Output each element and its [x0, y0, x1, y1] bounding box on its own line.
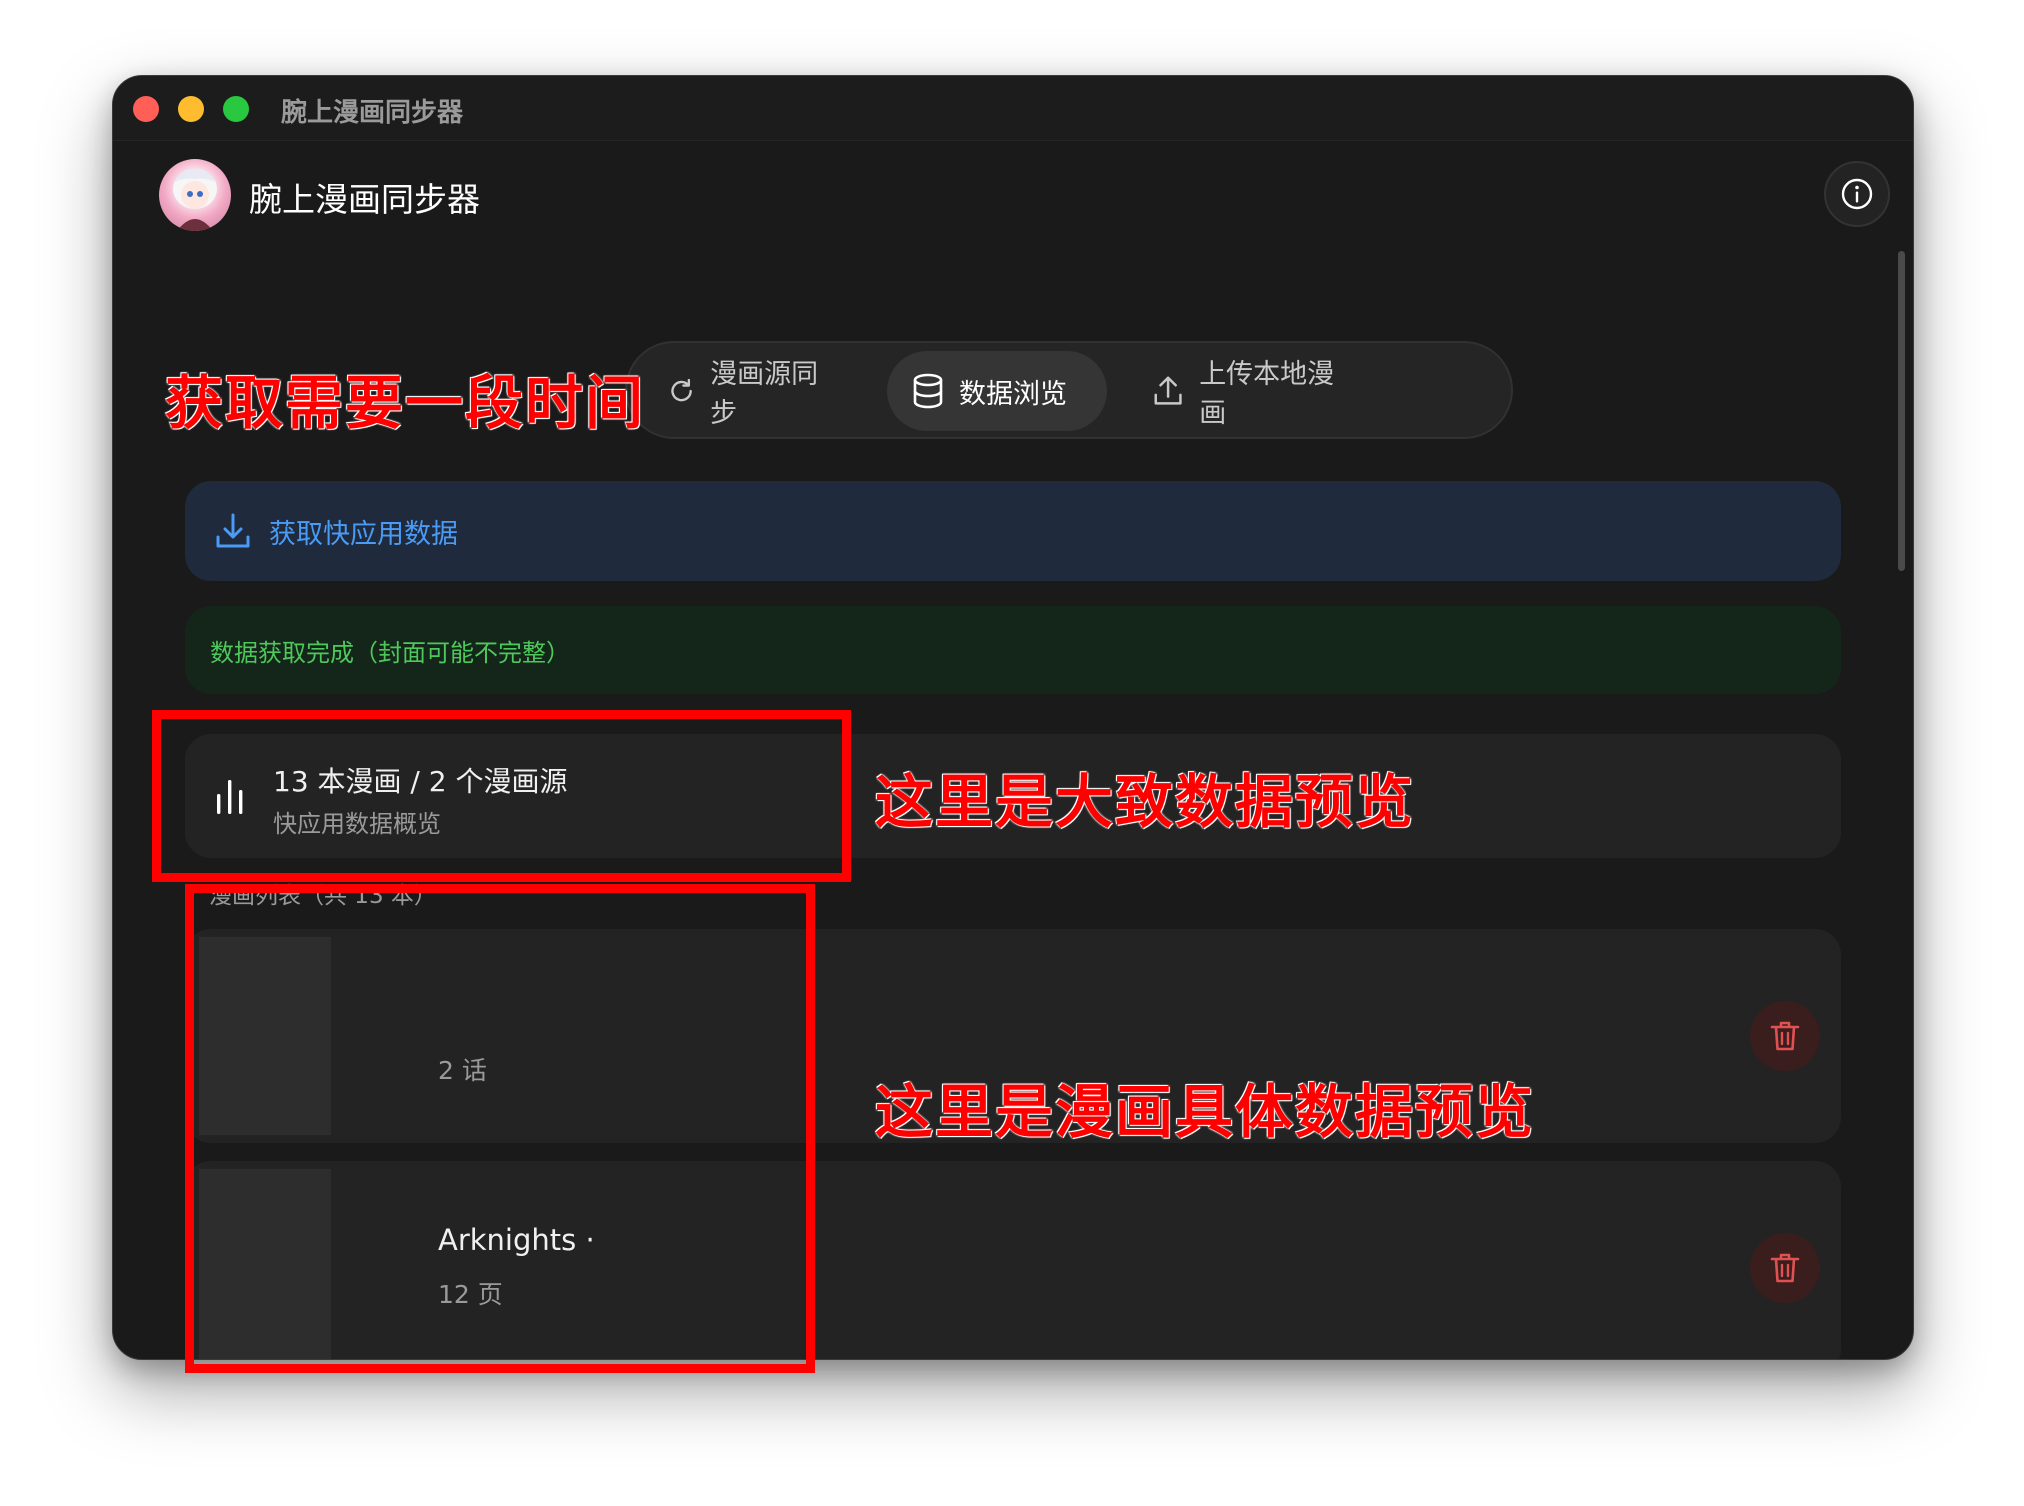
refresh-icon — [671, 378, 692, 402]
annotation-list-note: 这里是漫画具体数据预览 — [875, 1078, 1536, 1146]
scrollbar[interactable] — [1898, 251, 1905, 571]
database-icon — [913, 373, 943, 409]
tab-upload-local[interactable]: 上传本地漫画 — [1127, 351, 1377, 431]
annotation-fetch-note: 获取需要一段时间 — [165, 369, 646, 437]
upload-icon — [1154, 376, 1182, 405]
app-title: 腕上漫画同步器 — [249, 180, 480, 219]
tab-data-browse[interactable]: 数据浏览 — [887, 351, 1107, 431]
annotation-box-summary — [152, 710, 851, 882]
trash-icon — [1770, 1021, 1800, 1051]
delete-button[interactable] — [1750, 1001, 1820, 1071]
info-icon — [1841, 178, 1873, 210]
annotation-box-list — [185, 884, 815, 1373]
download-icon — [216, 513, 250, 548]
annotation-summary-note: 这里是大致数据预览 — [875, 768, 1416, 836]
avatar — [159, 159, 231, 231]
tab-label: 漫画源同步 — [710, 359, 819, 429]
window-title: 腕上漫画同步器 — [281, 98, 464, 128]
info-button[interactable] — [1824, 161, 1890, 227]
trash-icon — [1770, 1253, 1800, 1283]
tab-label: 上传本地漫画 — [1199, 359, 1335, 429]
fetch-data-label: 获取快应用数据 — [269, 518, 458, 550]
close-window-button[interactable] — [133, 96, 159, 122]
title-bar: 腕上漫画同步器 — [113, 76, 1913, 141]
status-message: 数据获取完成（封面可能不完整） — [185, 606, 1841, 694]
tab-bar: 漫画源同步 数据浏览 上传本地漫画 — [625, 341, 1513, 439]
delete-button[interactable] — [1750, 1233, 1820, 1303]
fetch-data-button[interactable]: 获取快应用数据 — [185, 481, 1841, 581]
tab-label: 数据浏览 — [959, 378, 1067, 410]
status-text: 数据获取完成（封面可能不完整） — [210, 638, 570, 667]
zoom-window-button[interactable] — [223, 96, 249, 122]
tab-source-sync[interactable]: 漫画源同步 — [643, 351, 857, 431]
minimize-window-button[interactable] — [178, 96, 204, 122]
